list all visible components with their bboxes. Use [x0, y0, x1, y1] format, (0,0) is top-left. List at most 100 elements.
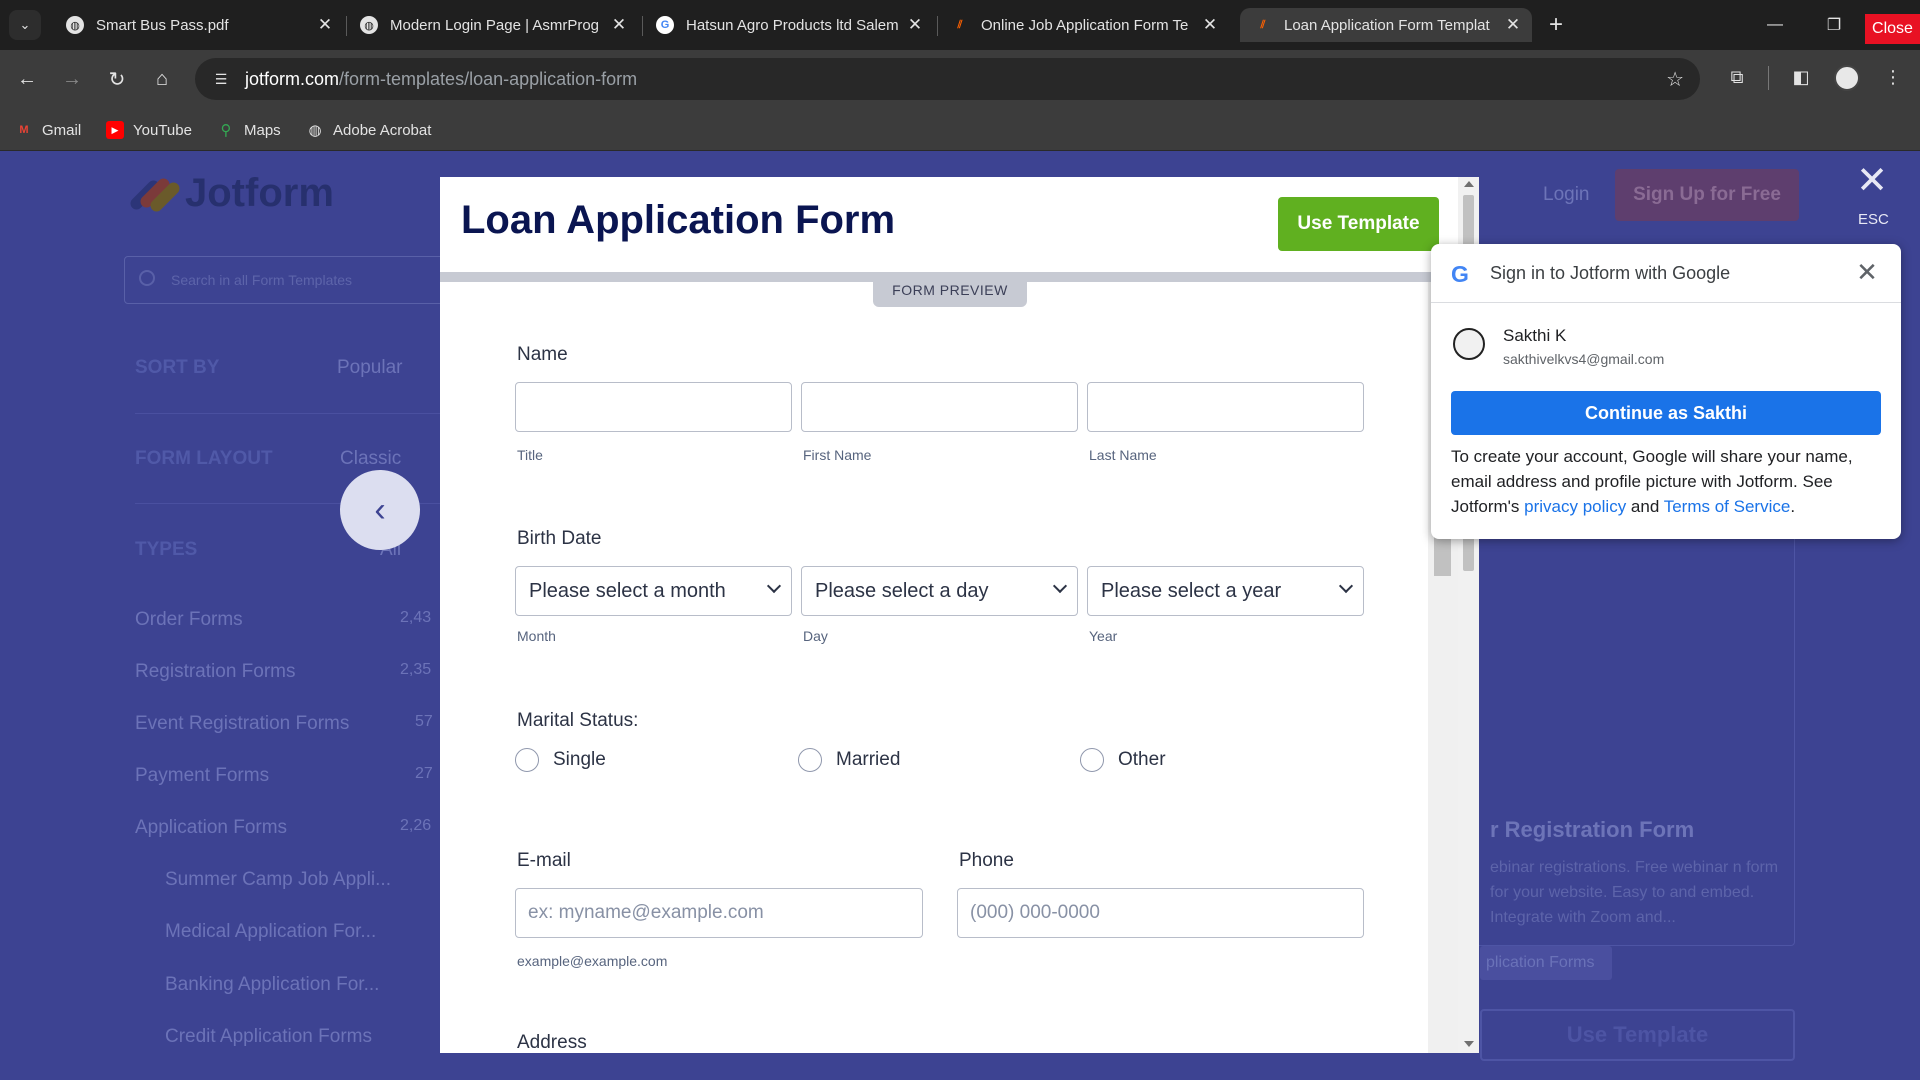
- first-name-input[interactable]: [801, 382, 1078, 432]
- template-search[interactable]: Search in all Form Templates: [124, 256, 444, 304]
- address-bar[interactable]: ☰ jotform.com/form-templates/loan-applic…: [195, 58, 1700, 100]
- subcategory-item[interactable]: Banking Application For...: [165, 974, 379, 996]
- form-layout-value[interactable]: Classic: [340, 448, 401, 470]
- bookmark-adobe-acrobat[interactable]: ◍ Adobe Acrobat: [306, 118, 431, 142]
- bookmark-gmail[interactable]: M Gmail: [15, 118, 81, 142]
- name-label: Name: [517, 344, 568, 365]
- restore-icon: ❐: [1826, 17, 1842, 34]
- category-item[interactable]: Registration Forms: [135, 661, 296, 683]
- bookmark-star-icon[interactable]: ☆: [1666, 67, 1684, 92]
- use-template-button[interactable]: Use Template: [1278, 197, 1439, 251]
- sort-by-value[interactable]: Popular: [337, 357, 403, 379]
- subcategory-item[interactable]: Summer Camp Job Appli...: [165, 869, 391, 891]
- marital-status-label: Marital Status:: [517, 710, 639, 731]
- category-count: 57: [415, 713, 433, 730]
- subcategory-item[interactable]: Credit Application Forms: [165, 1026, 372, 1048]
- radio-label: Other: [1118, 749, 1166, 770]
- google-signin-popup: G Sign in to Jotform with Google ✕ Sakth…: [1431, 244, 1901, 539]
- email-placeholder: ex: myname@example.com: [528, 902, 764, 923]
- tab-2[interactable]: ◍ Modern Login Page | AsmrProg ✕: [346, 8, 638, 42]
- chevron-down-icon: [766, 578, 782, 594]
- bookmark-maps[interactable]: ⚲ Maps: [217, 118, 281, 142]
- close-tab-icon[interactable]: ✕: [608, 14, 630, 36]
- consent-text: To create your account, Google will shar…: [1451, 444, 1887, 519]
- bookmark-label: Adobe Acrobat: [333, 121, 432, 139]
- close-icon[interactable]: ✕: [1853, 257, 1881, 287]
- year-select[interactable]: Please select a year: [1087, 566, 1364, 616]
- close-tab-icon[interactable]: ✕: [904, 14, 926, 36]
- tab-4[interactable]: ⫽ Online Job Application Form Te ✕: [937, 8, 1229, 42]
- new-tab-button[interactable]: +: [1542, 11, 1570, 39]
- back-button[interactable]: ←: [10, 62, 44, 96]
- minimize-button[interactable]: —: [1755, 8, 1795, 42]
- tab-title: Hatsun Agro Products ltd Salem: [686, 16, 899, 34]
- close-tab-icon[interactable]: ✕: [1502, 14, 1524, 36]
- forward-button[interactable]: →: [55, 62, 89, 96]
- search-placeholder: Search in all Form Templates: [171, 272, 353, 288]
- minimize-icon: —: [1767, 16, 1783, 33]
- last-name-input[interactable]: [1087, 382, 1364, 432]
- continue-as-button[interactable]: Continue as Sakthi: [1451, 391, 1881, 435]
- day-select-value: Please select a day: [815, 579, 989, 602]
- side-panel-icon[interactable]: ◧: [1786, 62, 1816, 92]
- email-field[interactable]: ex: myname@example.com: [515, 888, 923, 938]
- arrow-right-icon: →: [62, 67, 82, 90]
- more-menu-icon[interactable]: ⋮: [1878, 62, 1908, 92]
- terms-of-service-link[interactable]: Terms of Service: [1664, 497, 1791, 516]
- signup-button[interactable]: Sign Up for Free: [1615, 169, 1799, 221]
- close-tab-icon[interactable]: ✕: [314, 14, 336, 36]
- browser-toolbar: ← → ↻ ⌂ ☰ jotform.com/form-templates/loa…: [0, 50, 1920, 108]
- category-item[interactable]: Event Registration Forms: [135, 713, 349, 735]
- globe-icon: ◍: [360, 16, 378, 34]
- url-path: /form-templates/loan-application-form: [339, 68, 638, 89]
- tab-5-active[interactable]: ⫽ Loan Application Form Templat ✕: [1240, 8, 1532, 42]
- reload-button[interactable]: ↻: [100, 62, 134, 96]
- extensions-icon[interactable]: ⧉: [1722, 62, 1752, 92]
- chevron-down-icon: [1052, 578, 1068, 594]
- plus-icon: +: [1548, 11, 1563, 38]
- site-info-icon[interactable]: ☰: [209, 67, 233, 91]
- day-select[interactable]: Please select a day: [801, 566, 1078, 616]
- category-item[interactable]: Payment Forms: [135, 765, 269, 787]
- radio-single[interactable]: Single: [515, 748, 606, 772]
- title-input[interactable]: [515, 382, 792, 432]
- radio-married[interactable]: Married: [798, 748, 900, 772]
- scroll-down-icon[interactable]: [1464, 1041, 1474, 1047]
- category-item[interactable]: Application Forms: [135, 817, 287, 839]
- globe-icon: ◍: [308, 122, 322, 139]
- radio-other[interactable]: Other: [1080, 748, 1166, 772]
- login-link[interactable]: Login: [1543, 184, 1590, 206]
- phone-field[interactable]: (000) 000-0000: [957, 888, 1364, 938]
- category-item[interactable]: Order Forms: [135, 609, 243, 631]
- template-preview-modal: Loan Application Form Use Template Name …: [440, 177, 1479, 1053]
- form-preview: Name Title First Name Last Name Birth Da…: [440, 282, 1428, 1053]
- bookmark-youtube[interactable]: ▶ YouTube: [106, 118, 192, 142]
- chevron-down-icon: ⌄: [19, 17, 31, 32]
- tab-title: Online Job Application Form Te: [981, 16, 1189, 34]
- tab-1[interactable]: ◍ Smart Bus Pass.pdf ✕: [52, 8, 344, 42]
- chevron-left-icon: ‹: [374, 490, 386, 529]
- jotform-logo[interactable]: Jotform: [128, 171, 334, 216]
- scroll-up-icon[interactable]: [1464, 181, 1474, 187]
- home-button[interactable]: ⌂: [145, 62, 179, 96]
- form-preview-area: Name Title First Name Last Name Birth Da…: [440, 272, 1458, 1053]
- bookmarks-bar: M Gmail ▶ YouTube ⚲ Maps ◍ Adobe Acrobat: [0, 108, 1920, 151]
- close-window-button[interactable]: Close: [1865, 14, 1920, 44]
- close-tab-icon[interactable]: ✕: [1199, 14, 1221, 36]
- subcategory-item[interactable]: Medical Application For...: [165, 921, 376, 943]
- tab-3[interactable]: G Hatsun Agro Products ltd Salem ✕: [642, 8, 934, 42]
- month-select[interactable]: Please select a month: [515, 566, 792, 616]
- previous-template-button[interactable]: ‹: [340, 470, 420, 550]
- close-icon[interactable]: ✕: [1855, 160, 1889, 202]
- profile-avatar[interactable]: [1834, 65, 1860, 91]
- tab-search-button[interactable]: ⌄: [9, 10, 41, 40]
- template-card-use-button[interactable]: Use Template: [1480, 1009, 1795, 1061]
- reload-icon: ↻: [108, 68, 126, 91]
- privacy-policy-link[interactable]: privacy policy: [1524, 497, 1626, 516]
- modal-header: Loan Application Form Use Template: [440, 177, 1479, 272]
- types-label: TYPES: [135, 539, 198, 560]
- tab-title: Smart Bus Pass.pdf: [96, 16, 229, 34]
- restore-button[interactable]: ❐: [1814, 8, 1854, 42]
- phone-placeholder: (000) 000-0000: [970, 902, 1100, 923]
- gmail-icon: M: [19, 124, 29, 136]
